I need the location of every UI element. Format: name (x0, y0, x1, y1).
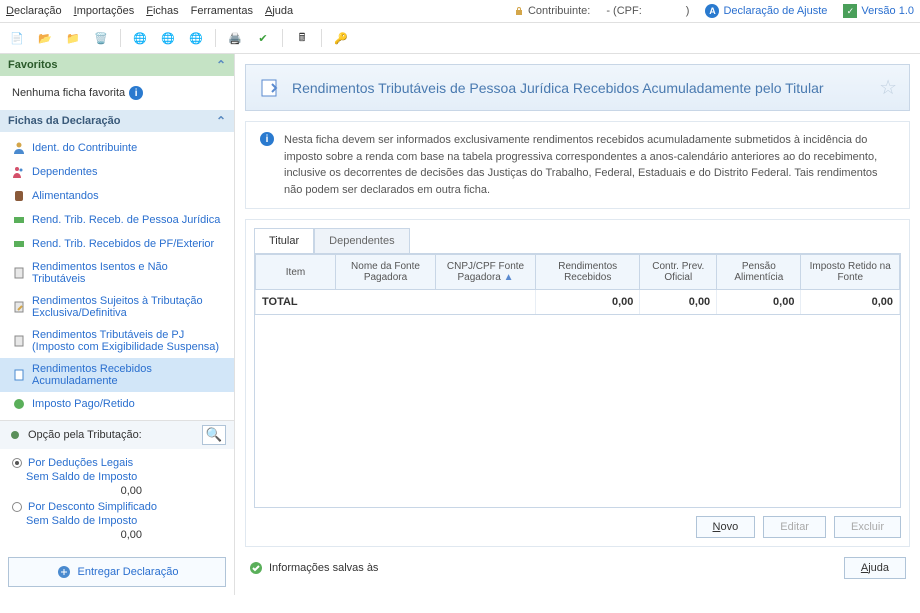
menu-ajuda[interactable]: Ajuda (265, 5, 293, 17)
col-item[interactable]: Item (256, 255, 336, 290)
status-bar: Informações salvas às Ajuda (245, 551, 910, 585)
favoritos-empty: Nenhuma ficha favorita i (0, 80, 234, 106)
col-pensao[interactable]: Pensão Alimentícia (717, 255, 801, 290)
sidebar-item-rend-acumulado[interactable]: Rendimentos Recebidos Acumuladamente (0, 358, 234, 392)
info-panel: i Nesta ficha devem ser informados exclu… (245, 121, 910, 209)
main-area: Rendimentos Tributáveis de Pessoa Jurídi… (235, 54, 920, 595)
radio-off-icon (12, 502, 22, 512)
menu-fichas[interactable]: Fichas (146, 5, 178, 17)
sidebar-item-ident[interactable]: Ident. do Contribuinte (0, 136, 234, 160)
sem-saldo-2: Sem Saldo de Imposto (26, 515, 222, 527)
tributacao-search-button[interactable]: 🔍 (202, 425, 226, 445)
cpf-info: - (CPF: ) (606, 5, 689, 17)
toolbar: 📄 📂 📁 🗑️ 🌐 🌐 🌐 🖨️ ✔ 🖩 🔑 (0, 23, 920, 54)
col-nome[interactable]: Nome da Fonte Pagadora (336, 255, 436, 290)
people-icon (12, 165, 26, 179)
collapse-icon: ⌃ (216, 58, 226, 72)
valor-deducoes: 0,00 (26, 483, 146, 499)
menu-declaracao[interactable]: Declaração (6, 5, 62, 17)
gear-icon (8, 428, 22, 442)
tab-titular[interactable]: Titular (254, 228, 314, 253)
ajuda-button[interactable]: Ajuda (844, 557, 906, 579)
sem-saldo-1: Sem Saldo de Imposto (26, 471, 222, 483)
globe-send-icon (56, 564, 72, 580)
col-imposto[interactable]: Imposto Retido na Fonte (801, 255, 900, 290)
col-contr[interactable]: Contr. Prev. Oficial (640, 255, 717, 290)
tabs: Titular Dependentes (254, 228, 901, 253)
person-icon (12, 141, 26, 155)
menu-importacoes[interactable]: Importações (74, 5, 135, 17)
toolbar-calc-icon[interactable]: 🖩 (291, 27, 313, 49)
content-panel: Titular Dependentes Item Nome da Fonte P… (245, 219, 910, 547)
sort-asc-icon: ▲ (504, 272, 514, 283)
excluir-button[interactable]: Excluir (834, 516, 901, 538)
total-row: TOTAL 0,00 0,00 0,00 0,00 (256, 290, 900, 315)
info-icon[interactable]: i (129, 86, 143, 100)
opt-deducoes[interactable]: Por Deduções Legais (12, 457, 222, 469)
menu-bar: Declaração Importações Fichas Ferramenta… (0, 0, 920, 23)
doc3-icon (12, 334, 26, 348)
toolbar-globe2-icon[interactable]: 🌐 (157, 27, 179, 49)
page-title: Rendimentos Tributáveis de Pessoa Jurídi… (292, 80, 824, 96)
lock-icon (514, 6, 524, 16)
favorite-star-icon[interactable]: ☆ (879, 75, 897, 100)
col-rend[interactable]: Rendimentos Recebidos (536, 255, 640, 290)
action-buttons: Novo Editar Excluir (254, 508, 901, 538)
valor-simplificado: 0,00 (26, 527, 146, 543)
toolbar-key-icon[interactable]: 🔑 (330, 27, 352, 49)
tab-dependentes[interactable]: Dependentes (314, 228, 409, 253)
money2-icon (12, 237, 26, 251)
page-icon (258, 76, 282, 100)
toolbar-check-icon[interactable]: ✔ (252, 27, 274, 49)
radio-on-icon (12, 458, 22, 468)
versao-info: ✓ Versão 1.0 (843, 4, 914, 18)
sidebar-item-rend-exclusiva[interactable]: Rendimentos Sujeitos à Tributação Exclus… (0, 290, 234, 324)
page-title-bar: Rendimentos Tributáveis de Pessoa Jurídi… (245, 64, 910, 111)
novo-button[interactable]: Novo (696, 516, 756, 538)
contribuinte-info: Contribuinte: (514, 5, 590, 17)
opt-simplificado[interactable]: Por Desconto Simplificado (12, 501, 222, 513)
check-icon (249, 561, 263, 575)
sidebar-item-alimentandos[interactable]: Alimentandos (0, 184, 234, 208)
money-icon (12, 213, 26, 227)
sidebar-item-dependentes[interactable]: Dependentes (0, 160, 234, 184)
sidebar: Favoritos ⌃ Nenhuma ficha favorita i Fic… (0, 54, 235, 595)
toolbar-globe3-icon[interactable]: 🌐 (185, 27, 207, 49)
doc2-icon (12, 300, 26, 314)
tax-icon (12, 397, 26, 411)
sidebar-item-imposto[interactable]: Imposto Pago/Retido (0, 392, 234, 416)
menu-ferramentas[interactable]: Ferramentas (191, 5, 253, 17)
toolbar-new-icon[interactable]: 📄 (6, 27, 28, 49)
toolbar-delete-icon[interactable]: 🗑️ (90, 27, 112, 49)
badge-a-icon: A (705, 4, 719, 18)
tributacao-options: Por Deduções Legais Sem Saldo de Imposto… (0, 449, 234, 549)
food-icon (12, 189, 26, 203)
sidebar-item-rend-pf[interactable]: Rend. Trib. Recebidos de PF/Exterior (0, 232, 234, 256)
info-icon: i (260, 132, 274, 146)
declaracao-ajuste-badge: A Declaração de Ajuste (705, 4, 827, 18)
sidebar-item-rend-exig[interactable]: Rendimentos Tributáveis de PJ (Imposto c… (0, 324, 234, 358)
toolbar-globe1-icon[interactable]: 🌐 (129, 27, 151, 49)
sidebar-item-rend-pj[interactable]: Rend. Trib. Receb. de Pessoa Jurídica (0, 208, 234, 232)
doc4-icon (12, 368, 26, 382)
toolbar-print-icon[interactable]: 🖨️ (224, 27, 246, 49)
editar-button[interactable]: Editar (763, 516, 826, 538)
collapse-icon: ⌃ (216, 114, 226, 128)
tributacao-bar: Opção pela Tributação: 🔍 (0, 420, 234, 449)
status-text: Informações salvas às (269, 562, 378, 574)
sidebar-item-rend-isentos[interactable]: Rendimentos Isentos e Não Tributáveis (0, 256, 234, 290)
favoritos-header[interactable]: Favoritos ⌃ (0, 54, 234, 76)
grid: Item Nome da Fonte Pagadora CNPJ/CPF Fon… (254, 253, 901, 508)
doc-icon (12, 266, 26, 280)
toolbar-folder-icon[interactable]: 📁 (62, 27, 84, 49)
fichas-header[interactable]: Fichas da Declaração ⌃ (0, 110, 234, 132)
entregar-button[interactable]: Entregar Declaração (8, 557, 226, 587)
toolbar-open-icon[interactable]: 📂 (34, 27, 56, 49)
version-icon: ✓ (843, 4, 857, 18)
col-cnpj[interactable]: CNPJ/CPF Fonte Pagadora ▲ (436, 255, 536, 290)
